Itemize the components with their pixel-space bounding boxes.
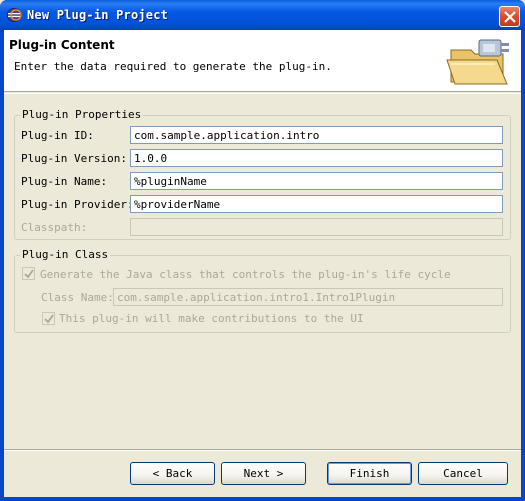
plugin-id-field[interactable]: com.sample.application.intro <box>130 126 503 144</box>
window-frame-right <box>521 30 525 501</box>
plugin-name-label: Plug-in Name: <box>21 175 108 188</box>
plugin-provider-field[interactable]: %providerName <box>130 195 503 213</box>
close-button[interactable] <box>499 6 520 27</box>
group-title: Plug-in Class <box>20 248 111 261</box>
class-name-field: com.sample.application.intro1.Intro1Plug… <box>113 288 503 306</box>
classpath-field <box>130 218 503 236</box>
page-title: Plug-in Content <box>9 38 115 52</box>
generate-class-label: Generate the Java class that controls th… <box>40 268 451 281</box>
generate-class-checkbox <box>22 267 35 280</box>
group-title: Plug-in Properties <box>20 108 144 121</box>
plugin-version-field[interactable]: 1.0.0 <box>130 149 503 167</box>
ui-contributions-checkbox <box>42 312 55 325</box>
wizard-header: Plug-in Content Enter the data required … <box>4 30 521 92</box>
ui-contributions-label: This plug-in will make contributions to … <box>59 312 364 325</box>
window-title: New Plug-in Project <box>27 8 169 22</box>
plugin-folder-icon <box>445 34 515 90</box>
header-divider <box>4 93 521 94</box>
plugin-id-label: Plug-in ID: <box>21 129 94 142</box>
plugin-provider-label: Plug-in Provider: <box>21 198 134 211</box>
back-button[interactable]: < Back <box>130 462 215 485</box>
cancel-button[interactable]: Cancel <box>418 462 508 485</box>
title-bar[interactable]: New Plug-in Project <box>0 0 525 30</box>
classpath-label: Classpath: <box>21 221 88 234</box>
button-bar-divider-highlight <box>4 450 521 451</box>
plugin-name-field[interactable]: %pluginName <box>130 172 503 190</box>
finish-button[interactable]: Finish <box>327 462 412 485</box>
dialog-client: Plug-in Content Enter the data required … <box>4 30 521 497</box>
window-frame-bottom <box>0 497 525 501</box>
plugin-version-label: Plug-in Version: <box>21 152 127 165</box>
class-name-label: Class Name: <box>41 291 114 304</box>
page-description: Enter the data required to generate the … <box>14 60 332 73</box>
next-button[interactable]: Next > <box>221 462 306 485</box>
eclipse-icon <box>6 7 22 23</box>
dialog-window: New Plug-in Project Plug-in Content Ente… <box>0 0 525 501</box>
